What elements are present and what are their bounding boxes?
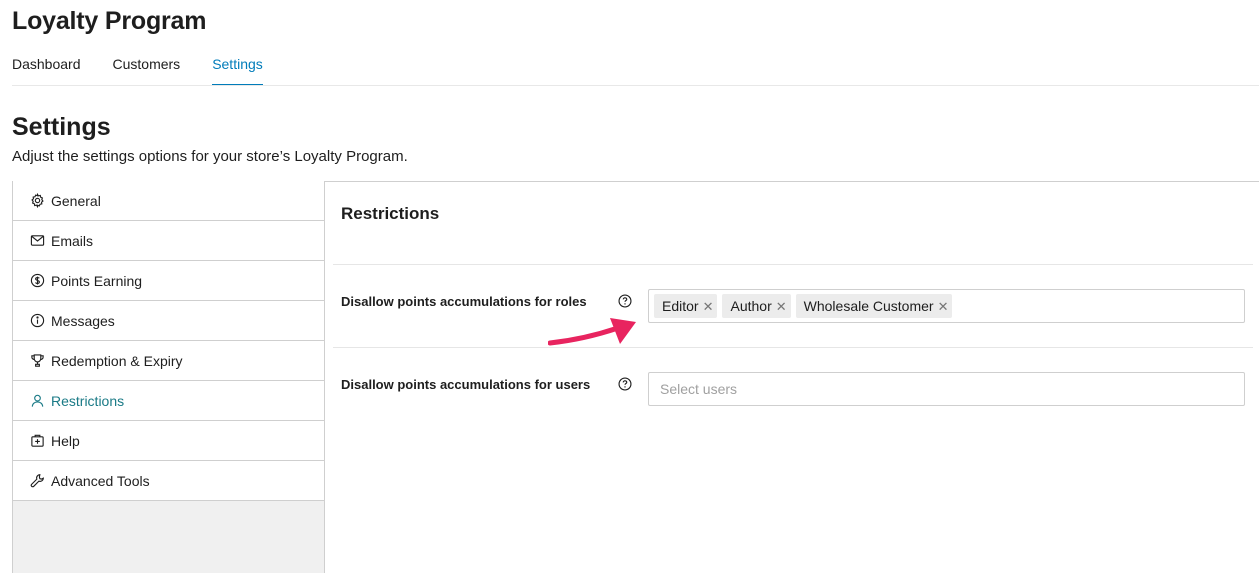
role-tag-label: Editor <box>662 298 699 314</box>
remove-tag-icon[interactable]: ✕ <box>776 300 787 313</box>
sidebar-item-label: Redemption & Expiry <box>51 352 183 369</box>
settings-sidebar: General Emails Points Earning Messages R… <box>12 181 325 573</box>
remove-tag-icon[interactable]: ✕ <box>938 300 949 313</box>
page-subtitle: Adjust the settings options for your sto… <box>12 148 408 165</box>
sidebar-item-label: Restrictions <box>51 392 125 409</box>
sidebar-item-general[interactable]: General <box>13 181 324 221</box>
gear-icon <box>29 193 45 209</box>
help-box-icon <box>29 433 45 449</box>
tab-dashboard[interactable]: Dashboard <box>12 54 81 86</box>
info-icon <box>29 313 45 329</box>
section-divider <box>333 264 1253 265</box>
roles-field-label: Disallow points accumulations for roles <box>341 294 587 309</box>
header-divider <box>12 85 1259 86</box>
tab-customers[interactable]: Customers <box>113 54 181 86</box>
role-tag-label: Author <box>730 298 772 314</box>
sidebar-item-label: Help <box>51 432 80 449</box>
role-tag: Editor ✕ <box>654 294 718 318</box>
question-icon[interactable] <box>618 377 632 391</box>
question-icon[interactable] <box>618 294 632 308</box>
section-title: Restrictions <box>341 204 440 223</box>
users-search-input[interactable] <box>649 373 1244 405</box>
sidebar-item-help[interactable]: Help <box>13 421 324 461</box>
users-field-label: Disallow points accumulations for users <box>341 377 591 392</box>
tab-settings[interactable]: Settings <box>212 54 263 86</box>
roles-multiselect[interactable]: Editor ✕ Author ✕ Wholesale Customer ✕ <box>648 289 1245 323</box>
row-divider <box>333 347 1253 348</box>
remove-tag-icon[interactable]: ✕ <box>703 300 714 313</box>
page-title: Settings <box>12 113 111 141</box>
sidebar-item-points-earning[interactable]: Points Earning <box>13 261 324 301</box>
app-title: Loyalty Program <box>12 7 207 35</box>
wrench-icon <box>29 473 45 489</box>
top-nav-tabs: Dashboard Customers Settings <box>12 54 295 86</box>
pointer-arrow-icon <box>548 318 636 346</box>
dollar-coin-icon <box>29 273 45 289</box>
restrictions-panel: Restrictions Disallow points accumulatio… <box>325 182 1259 573</box>
sidebar-item-restrictions[interactable]: Restrictions <box>13 381 324 421</box>
role-tag: Author ✕ <box>722 294 791 318</box>
users-select[interactable] <box>648 372 1245 406</box>
sidebar-item-label: Points Earning <box>51 272 143 289</box>
sidebar-item-redemption-expiry[interactable]: Redemption & Expiry <box>13 341 324 381</box>
sidebar-item-advanced-tools[interactable]: Advanced Tools <box>13 461 324 501</box>
sidebar-item-label: Messages <box>51 312 115 329</box>
role-tag-label: Wholesale Customer <box>803 298 934 314</box>
sidebar-item-label: Advanced Tools <box>51 472 150 489</box>
sidebar-item-label: Emails <box>51 232 94 249</box>
trophy-icon <box>29 353 45 369</box>
envelope-icon <box>29 233 45 249</box>
sidebar-item-label: General <box>51 192 101 209</box>
user-icon <box>29 393 45 409</box>
sidebar-item-messages[interactable]: Messages <box>13 301 324 341</box>
role-tag: Wholesale Customer ✕ <box>795 294 953 318</box>
sidebar-item-emails[interactable]: Emails <box>13 221 324 261</box>
